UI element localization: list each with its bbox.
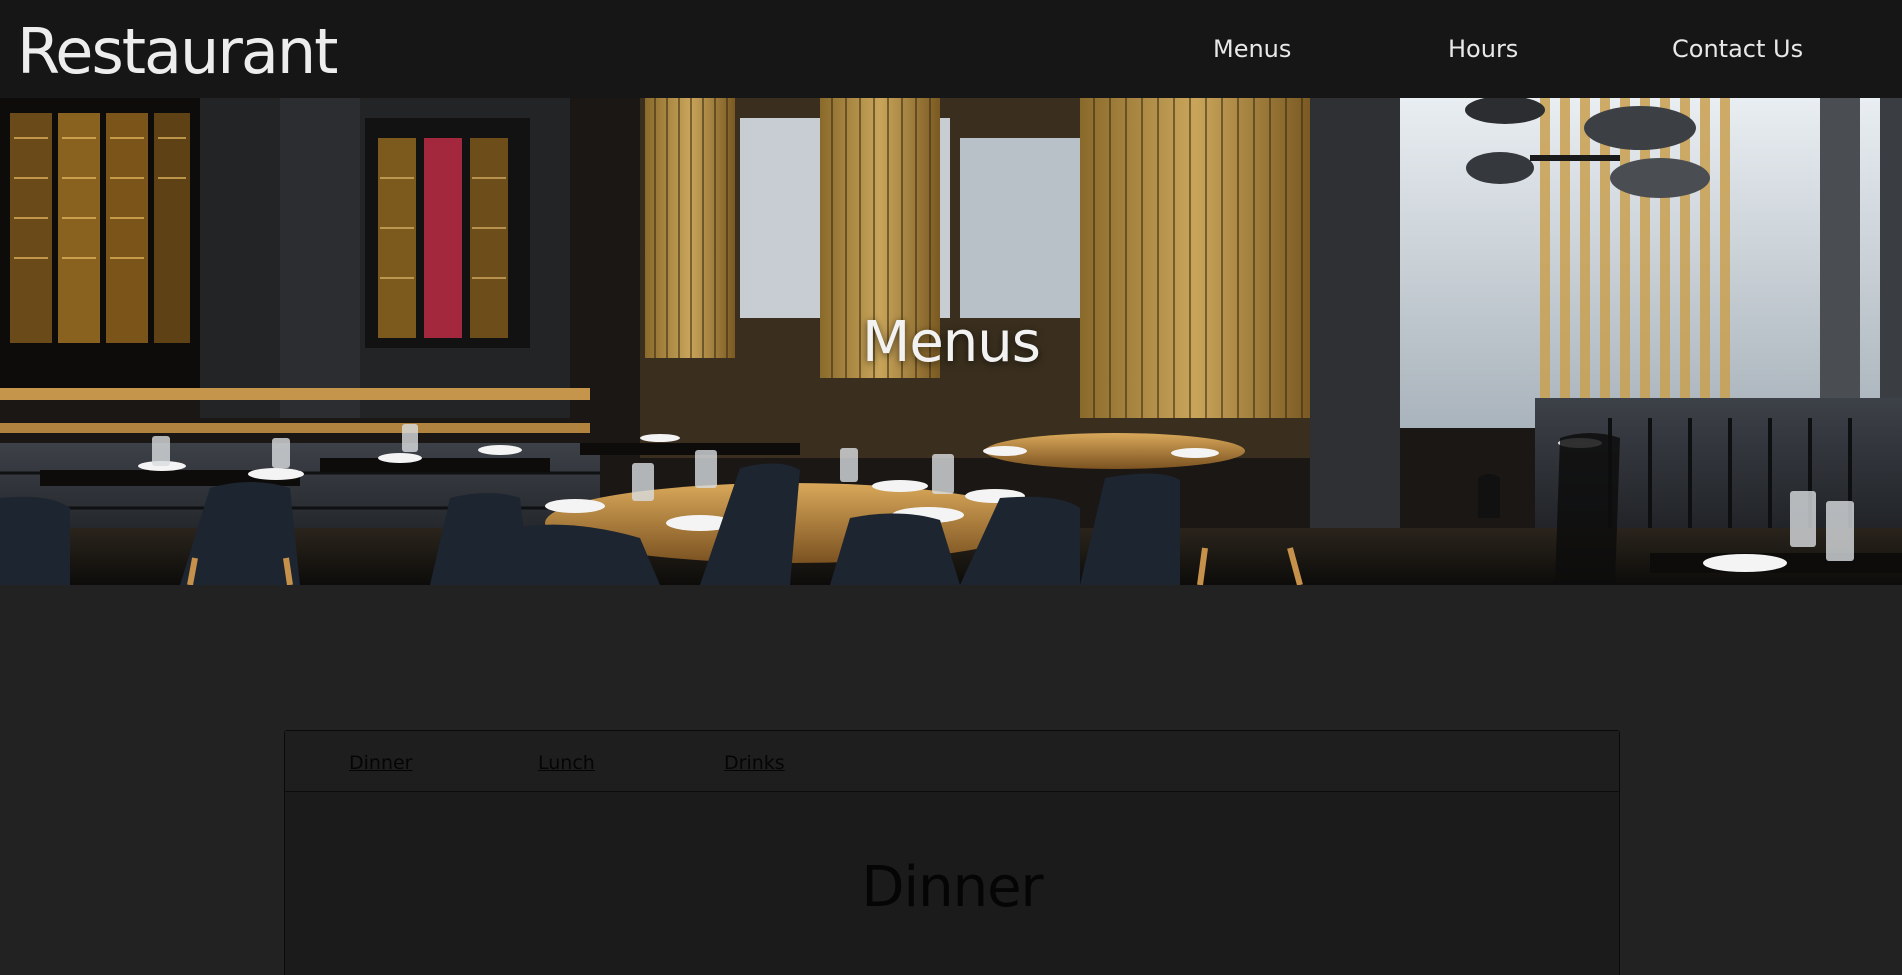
menu-tab-strip: Dinner Lunch Drinks	[285, 731, 1619, 792]
nav-link-contact-us[interactable]: Contact Us	[1672, 33, 1803, 65]
nav-link-menus[interactable]: Menus	[1213, 33, 1291, 65]
active-menu-heading: Dinner	[861, 855, 1043, 920]
nav-link-hours[interactable]: Hours	[1448, 33, 1518, 65]
brand-logo-text[interactable]: Restaurant	[17, 13, 338, 91]
hero-banner: Menus	[0, 98, 1902, 585]
tab-lunch[interactable]: Lunch	[538, 751, 595, 775]
tab-drinks[interactable]: Drinks	[724, 751, 785, 775]
menu-tabs-panel: Dinner Lunch Drinks Dinner	[284, 730, 1620, 975]
hero-title: Menus	[862, 310, 1041, 375]
tab-dinner[interactable]: Dinner	[349, 751, 413, 775]
top-navigation-bar: Restaurant Menus Hours Contact Us	[0, 0, 1902, 98]
